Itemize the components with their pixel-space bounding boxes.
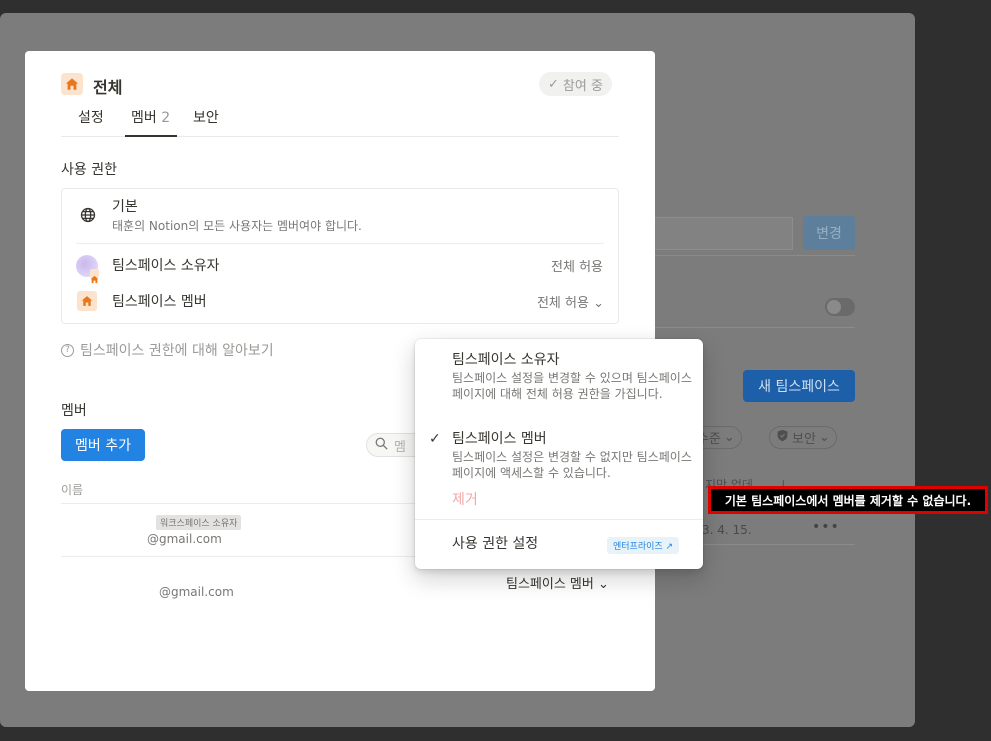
tab-security[interactable]: 보안 [193,107,219,137]
change-button: 변경 [803,216,855,250]
permissions-box: 기본 태훈의 Notion의 모든 사용자는 멤버여야 합니다. 팀스페이스 소… [61,188,619,324]
search-placeholder: 멤 [394,439,406,455]
chevron-down-icon: ⌄ [593,296,604,311]
divider [655,327,855,328]
home-icon [90,269,99,284]
option-owner-title[interactable]: 팀스페이스 소유자 [452,349,560,369]
joined-label: 참여 중 [562,78,603,94]
bg-text-input [655,217,793,250]
bg-toggle [825,298,855,316]
home-icon [61,73,83,95]
member-role-dropdown[interactable]: 팀스페이스 멤버 ⌄ [506,573,609,592]
workspace-title: 전체 [93,78,123,97]
member-email: @gmail.com [147,532,222,546]
globe-icon [78,205,98,225]
add-member-button[interactable]: 멤버 추가 [61,429,145,461]
shield-icon [776,429,789,446]
member-access-dropdown[interactable]: 전체 허용 ⌄ [537,292,604,311]
search-icon [375,437,388,454]
column-name-header: 이름 [61,483,84,497]
filter-security-label: 보안 [792,432,816,447]
tab-settings[interactable]: 설정 [78,107,104,137]
default-permission-title: 기본 [112,199,138,215]
access-settings-option[interactable]: 사용 권한 설정 [452,533,538,553]
new-teamspace-button: 새 팀스페이스 [743,370,855,402]
chevron-down-icon: ⌄ [818,430,830,445]
owner-access-level: 전체 허용 [551,260,603,275]
owner-permission-title: 팀스페이스 소유자 [112,258,220,274]
joined-button[interactable]: ✓ 참여 중 [539,72,612,96]
help-link[interactable]: ? 팀스페이스 권한에 대해 알아보기 [61,340,274,360]
remove-option[interactable]: 제거 [452,489,478,509]
default-permission-desc: 태훈의 Notion의 모든 사용자는 멤버여야 합니다. [112,219,362,233]
row-date: 3. 4. 15. [702,523,752,537]
role-dropdown-menu: 팀스페이스 소유자 팀스페이스 설정을 변경할 수 있으며 팀스페이스 페이지에… [415,339,703,569]
option-member-desc: 팀스페이스 설정은 변경할 수 없지만 팀스페이스 페이지에 액세스할 수 있습… [452,450,692,480]
chevron-down-icon: ⌄ [723,430,735,445]
chevron-down-icon: ⌄ [598,577,609,592]
divider [415,519,703,520]
owner-avatar [76,255,99,284]
divider [655,255,855,256]
divider [76,243,604,244]
check-icon: ✓ [548,76,559,92]
more-icon: ••• [812,519,840,535]
filter-security-chip: 보안 ⌄ [769,426,837,449]
enterprise-badge: 엔터프라이즈 ↗ [607,537,680,554]
option-member-title[interactable]: 팀스페이스 멤버 [452,428,547,448]
check-icon: ✓ [429,431,441,447]
members-section-label: 멤버 [61,403,87,419]
member-count: 2 [161,110,171,126]
access-section-label: 사용 권한 [61,162,117,178]
question-icon: ? [61,343,74,357]
tab-bar: 설정 멤버 2 보안 [61,105,619,137]
tab-members[interactable]: 멤버 2 [125,107,177,137]
option-owner-desc: 팀스페이스 설정을 변경할 수 있으며 팀스페이스 페이지에 대해 전체 허용 … [452,371,692,401]
member-permission-title: 팀스페이스 멤버 [112,294,207,310]
member-email: @gmail.com [159,585,234,599]
home-icon [77,291,97,311]
help-link-label: 팀스페이스 권한에 대해 알아보기 [80,343,274,359]
workspace-owner-tag: 워크스페이스 소유자 [156,515,242,530]
tooltip: 기본 팀스페이스에서 멤버를 제거할 수 없습니다. [708,486,988,514]
